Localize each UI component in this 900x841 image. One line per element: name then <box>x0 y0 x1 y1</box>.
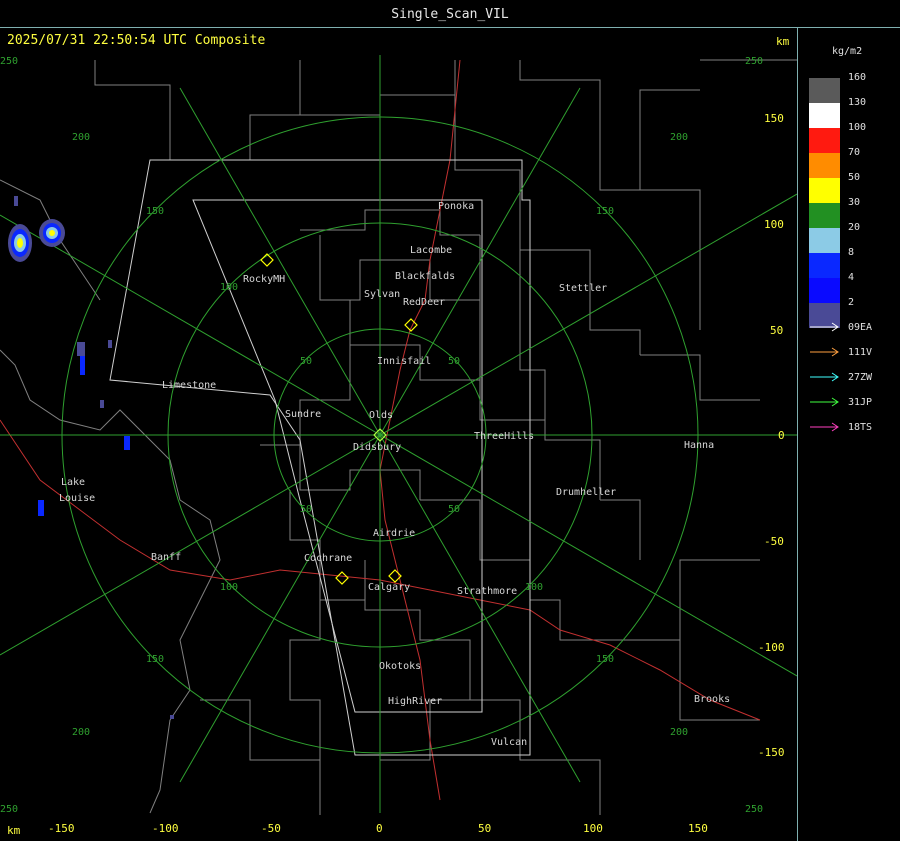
legend-label: 50 <box>848 172 861 183</box>
place-label: Banff <box>151 552 182 563</box>
arrow-icon <box>810 347 839 357</box>
legend-label: 160 <box>848 72 867 83</box>
radar-label[interactable]: 27ZW <box>848 372 872 383</box>
timestamp-label: 2025/07/31 22:50:54 UTC Composite <box>7 33 266 48</box>
y-tick: -100 <box>758 641 785 654</box>
y-tick: -150 <box>758 746 785 759</box>
y-tick: 50 <box>770 324 784 337</box>
legend-label: 30 <box>848 197 861 208</box>
svg-text:100: 100 <box>525 582 543 593</box>
place-label: RedDeer <box>403 297 446 308</box>
place-label: Calgary <box>368 582 411 593</box>
legend-swatch <box>809 228 840 253</box>
legend-swatch <box>809 203 840 228</box>
legend-label: 8 <box>848 247 855 258</box>
place-label: HighRiver <box>388 696 443 707</box>
svg-text:150: 150 <box>146 206 164 217</box>
place-label: Airdrie <box>373 528 416 539</box>
svg-text:250: 250 <box>745 804 763 815</box>
place-label: Vulcan <box>491 737 528 748</box>
place-label: Brooks <box>694 694 731 705</box>
arrow-icon <box>810 372 839 382</box>
place-label: Didsbury <box>353 442 402 453</box>
place-label: Louise <box>59 493 96 504</box>
y-tick: 100 <box>764 218 784 231</box>
x-tick: 50 <box>478 822 492 835</box>
place-label: Cochrane <box>304 553 353 564</box>
place-label: RockyMH <box>243 274 286 285</box>
x-tick: -50 <box>261 822 281 835</box>
radar-map-panel[interactable]: 50 50 50 50 100 100 100 150 150 150 150 200 20… <box>0 28 798 841</box>
svg-text:100: 100 <box>220 282 238 293</box>
radar-label[interactable]: 18TS <box>848 422 872 433</box>
y-tick: -50 <box>764 535 784 548</box>
legend-swatch <box>809 253 840 278</box>
window-title: Single_Scan_VIL <box>0 0 900 28</box>
radar-display-window: Single_Scan_VIL 50 50 50 50 100 100 100 … <box>0 0 900 841</box>
x-tick: 150 <box>688 822 708 835</box>
svg-text:150: 150 <box>146 654 164 665</box>
place-label: Sylvan <box>364 289 401 300</box>
svg-text:50: 50 <box>300 504 312 515</box>
legend-panel: kg/m2 160 130 100 70 50 30 20 8 4 2 09EA <box>798 28 900 841</box>
legend-unit: kg/m2 <box>832 46 863 57</box>
svg-text:200: 200 <box>670 727 688 738</box>
legend-label: 2 <box>848 297 855 308</box>
place-label: Innisfail <box>377 356 432 367</box>
legend-swatch <box>809 78 840 103</box>
legend-swatch <box>809 103 840 128</box>
place-label: Lacombe <box>410 245 453 256</box>
place-label: Olds <box>369 410 394 421</box>
place-label: Drumheller <box>556 487 617 498</box>
place-label: Ponoka <box>438 201 475 212</box>
legend-swatch <box>809 178 840 203</box>
x-tick: -150 <box>48 822 75 835</box>
legend-label: 70 <box>848 147 861 158</box>
y-tick: 0 <box>778 429 785 442</box>
legend-label: 20 <box>848 222 861 233</box>
km-label-top: km <box>776 35 790 48</box>
svg-text:100: 100 <box>220 582 238 593</box>
place-label: Stettler <box>559 283 608 294</box>
place-label: Blackfalds <box>395 271 456 282</box>
legend-swatch <box>809 278 840 303</box>
legend-swatch <box>809 153 840 178</box>
svg-text:50: 50 <box>448 356 460 367</box>
x-tick: -100 <box>152 822 179 835</box>
x-tick: 0 <box>376 822 383 835</box>
svg-text:200: 200 <box>72 727 90 738</box>
vil-echoes <box>8 196 174 719</box>
place-label: Hanna <box>684 440 715 451</box>
place-label: Okotoks <box>379 661 422 672</box>
radar-label[interactable]: 09EA <box>848 322 872 333</box>
svg-text:50: 50 <box>300 356 312 367</box>
radar-label[interactable]: 31JP <box>848 397 872 408</box>
radar-label[interactable]: 111V <box>848 347 872 358</box>
svg-text:50: 50 <box>448 504 460 515</box>
legend-label: 100 <box>848 122 867 133</box>
place-label: Sundre <box>285 409 322 420</box>
svg-text:150: 150 <box>596 654 614 665</box>
svg-text:200: 200 <box>670 132 688 143</box>
svg-text:150: 150 <box>596 206 614 217</box>
legend-label: 4 <box>848 272 855 283</box>
arrow-icon <box>810 397 839 407</box>
place-label: Lake <box>61 477 86 488</box>
svg-text:250: 250 <box>745 56 763 67</box>
svg-text:250: 250 <box>0 56 18 67</box>
y-tick: 150 <box>764 112 784 125</box>
svg-text:250: 250 <box>0 804 18 815</box>
km-label-bottom: km <box>7 824 21 837</box>
place-label: ThreeHills <box>474 431 535 442</box>
x-tick: 100 <box>583 822 603 835</box>
arrow-icon <box>810 322 839 332</box>
legend-label: 130 <box>848 97 867 108</box>
arrow-icon <box>810 422 839 432</box>
place-label: Strathmore <box>457 586 518 597</box>
svg-text:200: 200 <box>72 132 90 143</box>
legend-swatch <box>809 128 840 153</box>
place-label: Limestone <box>162 380 217 391</box>
